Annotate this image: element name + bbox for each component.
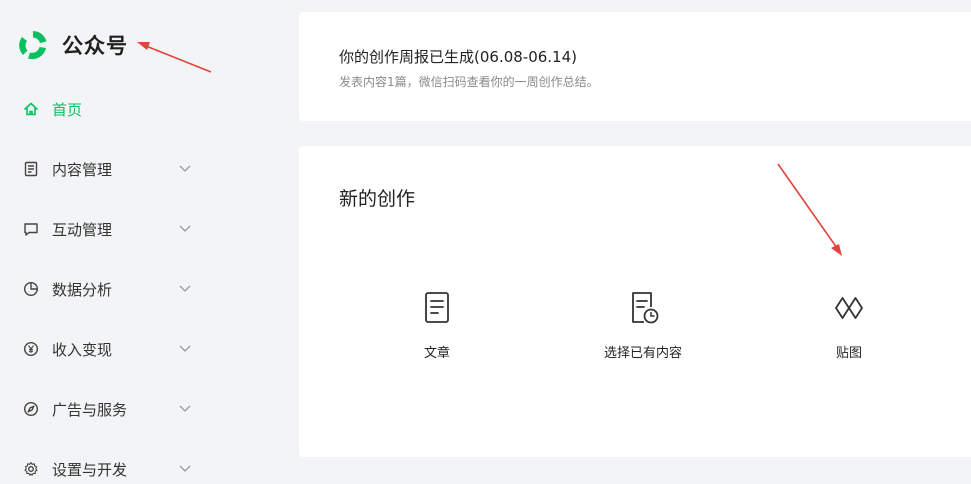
- sidebar-item-settings-and-development[interactable]: 设置与开发: [22, 454, 192, 484]
- wechat-official-account-logo-icon: [19, 31, 47, 60]
- chevron-down-icon: [179, 345, 191, 352]
- sidebar-item-label: 设置与开发: [52, 460, 128, 479]
- gear-icon: [22, 460, 40, 478]
- create-article-button[interactable]: 文章: [367, 291, 507, 361]
- create-image-post-button[interactable]: 贴图: [779, 291, 919, 361]
- image-post-icon: [835, 297, 863, 319]
- sidebar-item-label: 广告与服务: [52, 400, 128, 419]
- home-icon: [22, 100, 40, 118]
- chevron-down-icon: [179, 405, 191, 412]
- create-option-label: 贴图: [835, 346, 862, 361]
- compass-icon: [22, 400, 40, 418]
- chevron-down-icon: [179, 465, 191, 472]
- sidebar-item-label: 首页: [52, 100, 83, 119]
- sidebar-item-home[interactable]: 首页: [22, 94, 192, 124]
- sidebar-item-data-analysis[interactable]: 数据分析: [22, 274, 192, 304]
- brand-name: 公众号: [62, 34, 128, 58]
- sidebar-item-content-management[interactable]: 内容管理: [22, 154, 192, 184]
- weekly-report-card[interactable]: 你的创作周报已生成(06.08-06.14) 发表内容1篇，微信扫码查看你的一周…: [299, 12, 971, 121]
- sidebar-item-monetization[interactable]: 收入变现: [22, 334, 192, 364]
- create-option-label: 文章: [423, 346, 450, 361]
- article-icon: [425, 292, 449, 323]
- sidebar-item-interaction-management[interactable]: 互动管理: [22, 214, 192, 244]
- sidebar: 公众号 首页 内容管理 互动管理 数据分析 收入变现 广告与服务 设置与开发: [0, 0, 290, 479]
- sidebar-item-ads-and-services[interactable]: 广告与服务: [22, 394, 192, 424]
- weekly-report-title: 你的创作周报已生成(06.08-06.14): [339, 48, 578, 66]
- chevron-down-icon: [179, 285, 191, 292]
- chevron-down-icon: [179, 225, 191, 232]
- sidebar-item-label: 收入变现: [52, 340, 113, 359]
- document-icon: [22, 160, 40, 178]
- create-option-label: 选择已有内容: [603, 346, 682, 361]
- existing-content-icon: [632, 292, 659, 324]
- pie-chart-icon: [22, 280, 40, 298]
- sidebar-item-label: 内容管理: [52, 160, 113, 179]
- brand-logo[interactable]: 公众号: [16, 28, 128, 62]
- sidebar-item-label: 互动管理: [52, 220, 113, 239]
- new-creation-title: 新的创作: [339, 188, 416, 210]
- weekly-report-subtitle: 发表内容1篇，微信扫码查看你的一周创作总结。: [339, 75, 599, 89]
- new-creation-card: 新的创作 文章 选择已有内容 贴图: [299, 146, 971, 457]
- select-existing-content-button[interactable]: 选择已有内容: [573, 291, 713, 361]
- chevron-down-icon: [179, 165, 191, 172]
- yen-coin-icon: [22, 340, 40, 358]
- chat-bubble-icon: [22, 220, 40, 238]
- sidebar-item-label: 数据分析: [52, 280, 113, 299]
